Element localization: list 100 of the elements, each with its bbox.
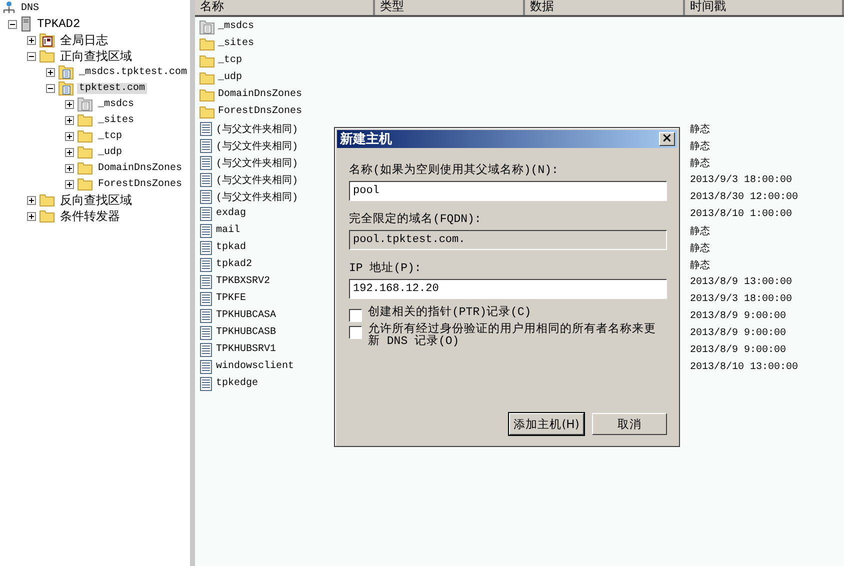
tree-item[interactable]: DNS — [19, 2, 42, 14]
record-icon — [199, 222, 213, 238]
record-icon — [199, 120, 213, 136]
record-name[interactable]: (与父文件夹相同) — [216, 156, 298, 170]
record-icon — [199, 206, 213, 222]
table-cell: 2013/8/30 12:00:00 — [690, 192, 798, 202]
table-cell: 静态 — [690, 244, 710, 254]
folder-icon — [199, 88, 215, 102]
record-name[interactable]: TPKHUBCASB — [216, 327, 276, 338]
collapse-icon[interactable] — [27, 52, 36, 60]
tree-item[interactable]: TPKAD2 — [35, 17, 82, 31]
collapse-icon[interactable] — [46, 84, 55, 92]
table-cell: 静态 — [690, 124, 710, 136]
collapse-icon[interactable] — [8, 20, 17, 28]
tree-item[interactable]: 正向查找区域 — [58, 48, 134, 64]
tree-item[interactable]: _msdcs.tpktest.com — [77, 66, 190, 78]
record-name[interactable]: (与父文件夹相同) — [216, 172, 298, 186]
expand-icon[interactable] — [46, 68, 55, 76]
expand-icon[interactable] — [27, 36, 36, 44]
record-icon — [199, 324, 213, 340]
record-name[interactable]: _sites — [218, 38, 254, 49]
close-button[interactable]: × — [659, 132, 675, 146]
table-cell: 2013/8/10 1:00:00 — [690, 208, 792, 220]
record-name[interactable]: TPKHUBCASA — [216, 310, 276, 321]
record-name[interactable]: (与父文件夹相同) — [216, 122, 298, 136]
table-cell: 2013/8/9 9:00:00 — [690, 310, 786, 322]
expand-icon[interactable] — [27, 212, 36, 220]
tree-item[interactable]: _tcp — [96, 130, 124, 142]
field-label: 完全限定的域名(FQDN): — [349, 211, 482, 227]
table-cell: 静态 — [690, 226, 710, 238]
expand-icon[interactable] — [65, 116, 74, 124]
folder-icon — [199, 70, 215, 84]
record-icon — [199, 154, 213, 170]
column-header[interactable]: 时间戳 — [685, 0, 844, 15]
record-name[interactable]: tpkad — [216, 242, 246, 253]
tree-item[interactable]: tpktest.com — [77, 82, 148, 94]
record-name[interactable]: _msdcs — [218, 21, 254, 32]
folder-icon — [39, 209, 55, 223]
column-header[interactable]: 名称 — [195, 0, 375, 15]
tree-item[interactable]: _sites — [96, 114, 136, 126]
tree-item[interactable]: 条件转发器 — [58, 208, 122, 224]
field-label: 名称(如果为空则使用其父域名称)(N): — [349, 162, 560, 178]
record-name[interactable]: tpkad2 — [216, 259, 252, 270]
record-icon — [199, 290, 213, 306]
tree-item[interactable]: ForestDnsZones — [96, 178, 184, 190]
table-cell: 2013/9/3 18:00:00 — [690, 174, 792, 186]
record-name[interactable]: ForestDnsZones — [218, 106, 302, 117]
record-name[interactable]: mail — [216, 225, 240, 236]
dialog-button[interactable]: 添加主机(H) — [509, 413, 584, 435]
table-cell: 2013/9/3 18:00:00 — [690, 294, 792, 304]
record-name[interactable]: TPKHUBSRV1 — [216, 344, 276, 355]
record-icon — [199, 240, 213, 256]
record-name[interactable]: windowsclient — [216, 361, 294, 372]
checkbox[interactable] — [349, 309, 362, 322]
folder-icon — [77, 177, 93, 191]
dialog-title: 新建主机 — [340, 130, 392, 148]
record-name[interactable]: DomainDnsZones — [218, 89, 302, 100]
tree-item[interactable]: _msdcs — [96, 98, 136, 110]
record-name[interactable]: (与父文件夹相同) — [216, 138, 298, 152]
record-icon — [199, 188, 213, 204]
record-name[interactable]: _udp — [218, 72, 242, 83]
table-cell: 静态 — [690, 158, 710, 170]
folder-icon — [199, 36, 215, 50]
folder-icon — [77, 145, 93, 159]
table-cell: 静态 — [690, 260, 710, 272]
expand-icon[interactable] — [27, 196, 36, 204]
folder-icon — [77, 129, 93, 143]
field-label: IP 地址(P): — [349, 260, 422, 276]
record-name[interactable]: (与父文件夹相同) — [216, 190, 298, 204]
table-cell: 2013/8/9 13:00:00 — [690, 276, 792, 288]
record-icon — [199, 274, 213, 290]
checkbox[interactable] — [349, 326, 362, 339]
input-field[interactable]: 192.168.12.20 — [349, 279, 667, 299]
record-name[interactable]: TPKFE — [216, 293, 246, 304]
document-icon — [199, 18, 215, 34]
record-name[interactable]: exdag — [216, 208, 246, 219]
input-field[interactable]: pool — [349, 181, 667, 201]
record-name[interactable]: _tcp — [218, 55, 242, 66]
expand-icon[interactable] — [65, 148, 74, 156]
record-name[interactable]: tpkedge — [216, 378, 258, 389]
folder-icon — [77, 113, 93, 127]
expand-icon[interactable] — [65, 132, 74, 140]
record-icon — [199, 256, 213, 272]
record-icon — [199, 376, 213, 392]
record-icon — [199, 342, 213, 358]
tree-item[interactable]: 全局日志 — [58, 32, 110, 48]
folder-document-icon — [58, 80, 74, 96]
column-header[interactable]: 数据 — [525, 0, 685, 15]
dialog-button[interactable]: 取消 — [592, 413, 667, 435]
table-cell: 2013/8/10 13:00:00 — [690, 362, 798, 372]
expand-icon[interactable] — [65, 180, 74, 188]
folder-icon — [199, 54, 215, 68]
record-name[interactable]: TPKBXSRV2 — [216, 276, 270, 287]
tree-item[interactable]: 反向查找区域 — [58, 192, 134, 208]
folder-document-icon — [58, 64, 74, 80]
tree-item[interactable]: DomainDnsZones — [96, 162, 184, 174]
tree-item[interactable]: _udp — [96, 146, 124, 158]
expand-icon[interactable] — [65, 100, 74, 108]
column-header[interactable]: 类型 — [375, 0, 525, 15]
expand-icon[interactable] — [65, 164, 74, 172]
